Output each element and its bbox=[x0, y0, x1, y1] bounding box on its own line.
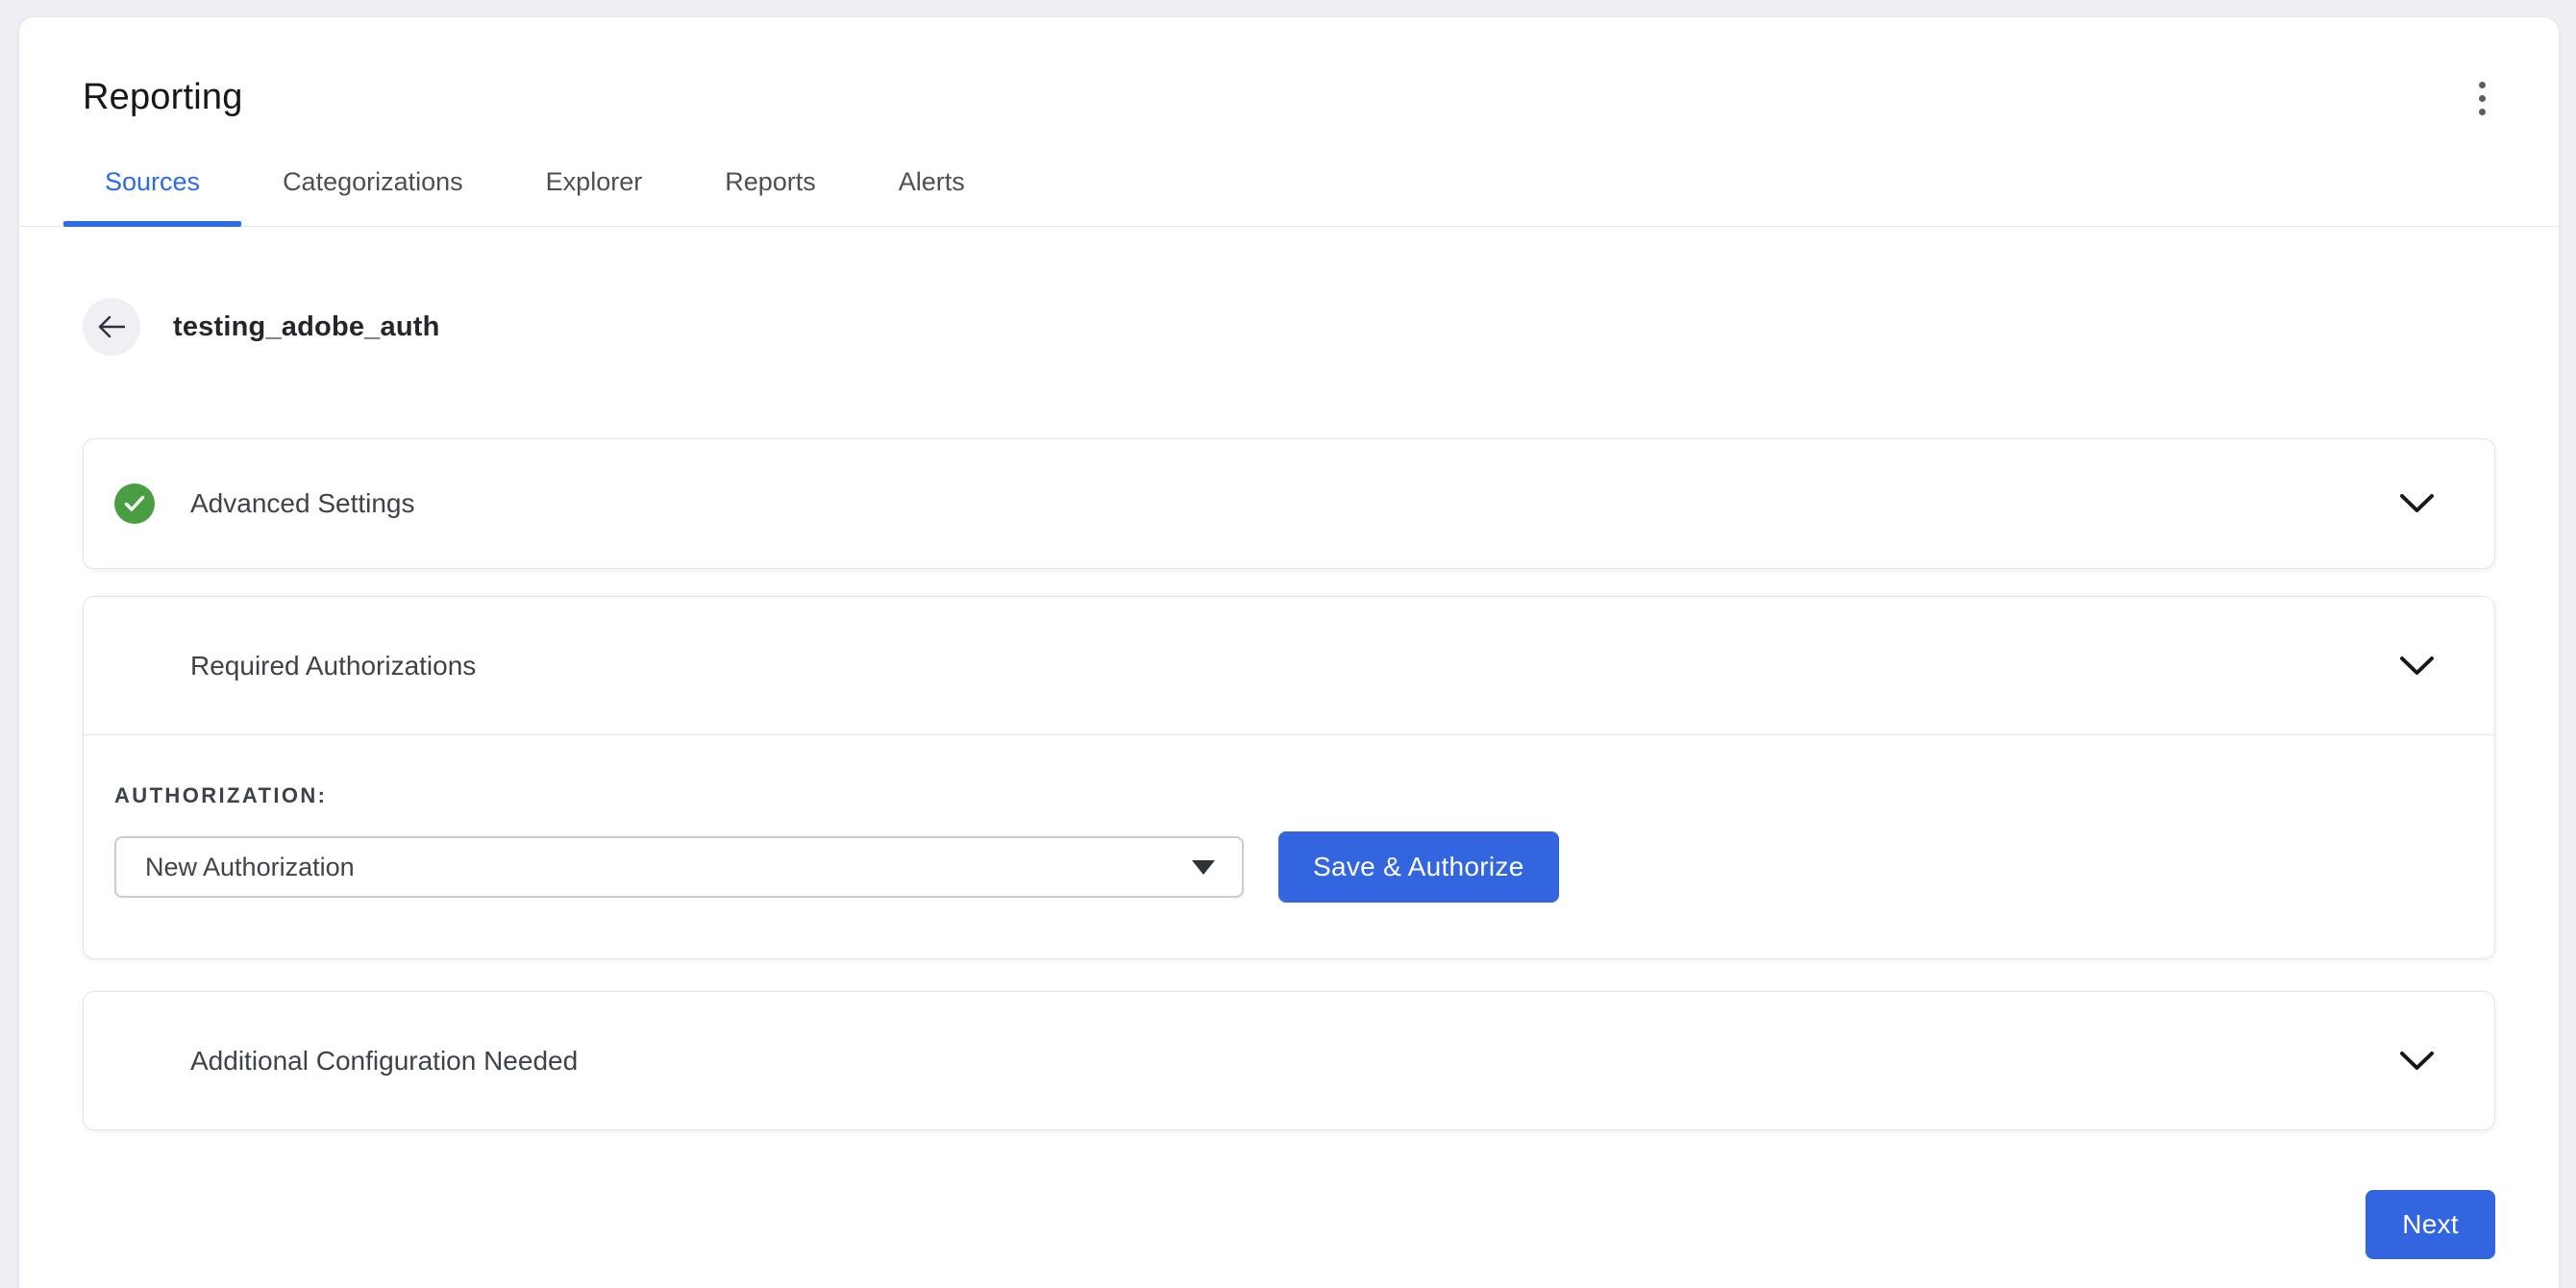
tab-sources[interactable]: Sources bbox=[63, 167, 241, 227]
source-header: testing_adobe_auth bbox=[83, 298, 2495, 356]
panel-additional-configuration-header[interactable]: Additional Configuration Needed bbox=[84, 992, 2494, 1129]
next-button[interactable]: Next bbox=[2365, 1190, 2495, 1259]
card-header: Reporting Sources Categorizations Explor… bbox=[19, 17, 2559, 227]
tab-strip: Sources Categorizations Explorer Reports… bbox=[83, 167, 2495, 227]
footer: Next bbox=[83, 1190, 2495, 1288]
kebab-menu-icon[interactable] bbox=[2461, 77, 2503, 119]
panel-title-required-authorizations: Required Authorizations bbox=[190, 651, 2399, 681]
tab-explorer[interactable]: Explorer bbox=[505, 167, 684, 227]
chevron-down-icon[interactable] bbox=[2399, 656, 2435, 677]
panel-required-authorizations: Required Authorizations AUTHORIZATION: N… bbox=[83, 596, 2495, 959]
back-button[interactable] bbox=[83, 298, 140, 356]
reporting-card: Reporting Sources Categorizations Explor… bbox=[19, 17, 2559, 1288]
tab-reports[interactable]: Reports bbox=[683, 167, 857, 227]
authorization-select[interactable]: New Authorization bbox=[114, 836, 1244, 898]
content: testing_adobe_auth Advanced Settings bbox=[19, 298, 2559, 1288]
panel-title-advanced-settings: Advanced Settings bbox=[190, 488, 2399, 519]
chevron-down-icon[interactable] bbox=[2399, 1051, 2435, 1072]
dropdown-arrow-icon bbox=[1192, 860, 1215, 875]
panel-required-authorizations-header[interactable]: Required Authorizations bbox=[84, 597, 2494, 734]
source-name: testing_adobe_auth bbox=[173, 311, 440, 343]
authorization-section: AUTHORIZATION: New Authorization Save & … bbox=[84, 735, 2494, 958]
tab-alerts[interactable]: Alerts bbox=[857, 167, 1006, 227]
check-circle-icon bbox=[114, 483, 155, 524]
panel-advanced-settings: Advanced Settings bbox=[83, 438, 2495, 569]
panel-title-additional-configuration: Additional Configuration Needed bbox=[190, 1046, 2399, 1077]
page-title: Reporting bbox=[83, 75, 243, 119]
panel-additional-configuration: Additional Configuration Needed bbox=[83, 991, 2495, 1130]
tabs-divider bbox=[19, 226, 2559, 227]
arrow-left-icon bbox=[97, 315, 126, 338]
tab-categorizations[interactable]: Categorizations bbox=[241, 167, 505, 227]
authorization-select-value: New Authorization bbox=[145, 853, 1192, 882]
chevron-down-icon[interactable] bbox=[2399, 493, 2435, 514]
save-authorize-button[interactable]: Save & Authorize bbox=[1278, 831, 1559, 903]
panel-advanced-settings-header[interactable]: Advanced Settings bbox=[84, 439, 2494, 568]
authorization-label: AUTHORIZATION: bbox=[114, 783, 2464, 808]
